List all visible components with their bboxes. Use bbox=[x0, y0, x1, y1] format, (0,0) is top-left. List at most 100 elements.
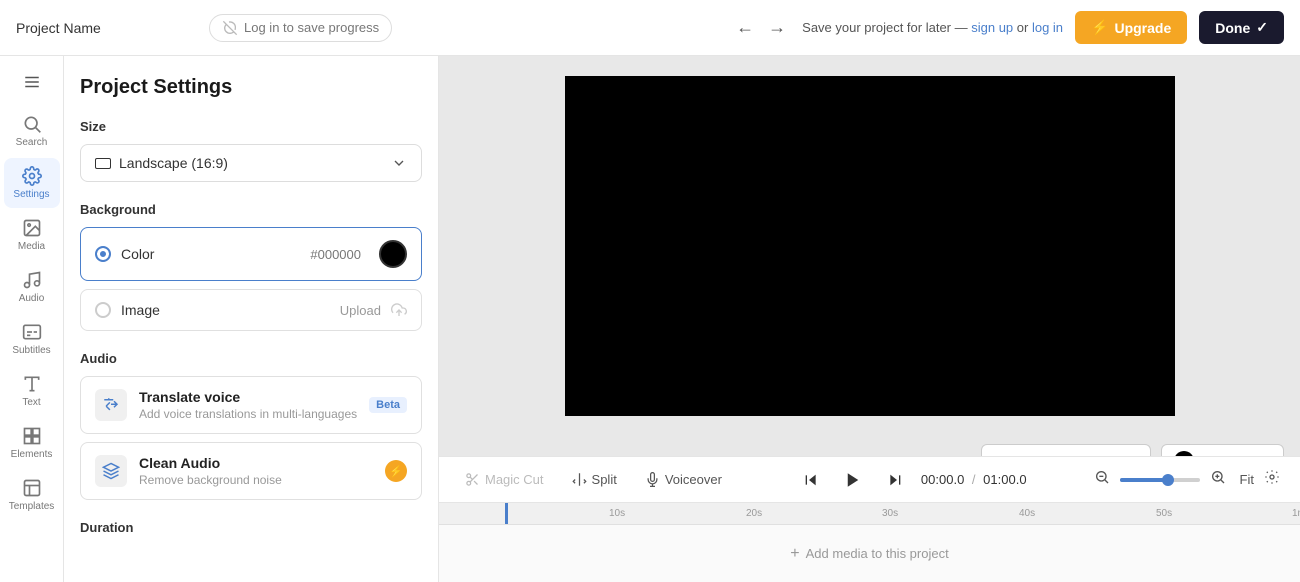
save-later-text: Save your project for later — sign up or… bbox=[802, 20, 1063, 35]
background-color-circle bbox=[1174, 451, 1194, 456]
split-icon bbox=[572, 472, 587, 487]
zoom-out-button[interactable] bbox=[1090, 467, 1114, 492]
hamburger-button[interactable] bbox=[4, 64, 60, 100]
clean-audio-title: Clean Audio bbox=[139, 455, 373, 471]
size-dropdown-value: Landscape (16:9) bbox=[95, 155, 228, 171]
marker-50s: 50s bbox=[1156, 508, 1172, 519]
done-label: Done bbox=[1215, 20, 1250, 36]
image-option[interactable]: Image Upload bbox=[80, 289, 422, 331]
background-badge[interactable]: Background bbox=[1161, 444, 1284, 456]
sidebar-elements-label: Elements bbox=[11, 449, 53, 460]
voiceover-button[interactable]: Voiceover bbox=[635, 466, 732, 493]
audio-section: Audio Translate voice Add voice translat… bbox=[80, 351, 422, 500]
settings-panel: Project Settings Size Landscape (16:9) B… bbox=[64, 56, 439, 582]
sidebar-audio-label: Audio bbox=[19, 293, 45, 304]
clean-audio-item[interactable]: Clean Audio Remove background noise ⚡ bbox=[80, 442, 422, 500]
zoom-in-icon bbox=[1210, 469, 1226, 485]
background-badge-label: Background bbox=[1202, 454, 1271, 457]
pro-badge: ⚡ bbox=[385, 460, 407, 482]
plus-icon: + bbox=[790, 545, 799, 563]
size-dropdown[interactable]: Landscape (16:9) bbox=[80, 144, 422, 182]
translate-voice-item[interactable]: Translate voice Add voice translations i… bbox=[80, 376, 422, 434]
translate-voice-icon bbox=[95, 389, 127, 421]
upload-button[interactable]: Upload bbox=[340, 303, 381, 318]
hamburger-icon bbox=[23, 73, 41, 91]
sidebar-item-settings[interactable]: Settings bbox=[4, 158, 60, 208]
color-radio[interactable] bbox=[95, 246, 111, 262]
sidebar-search-label: Search bbox=[16, 137, 48, 148]
clean-audio-icon bbox=[95, 455, 127, 487]
zoom-slider-fill bbox=[1120, 478, 1164, 482]
playhead[interactable] bbox=[505, 503, 508, 524]
rewind-button[interactable] bbox=[795, 464, 827, 496]
zoom-out-icon bbox=[1094, 469, 1110, 485]
timeline: 10s 20s 30s 40s 50s 1m + Add media to th… bbox=[439, 502, 1300, 582]
landscape-badge[interactable]: Landscape (16:9) bbox=[981, 444, 1150, 456]
marker-30s: 30s bbox=[882, 508, 898, 519]
sign-up-link[interactable]: sign up bbox=[971, 20, 1013, 35]
sidebar-item-subtitles[interactable]: Subtitles bbox=[4, 314, 60, 364]
save-progress-button[interactable]: Log in to save progress bbox=[209, 14, 392, 42]
split-button[interactable]: Split bbox=[562, 466, 627, 493]
play-button[interactable] bbox=[837, 464, 869, 496]
zoom-fit-button[interactable]: Fit bbox=[1240, 472, 1254, 487]
image-label: Image bbox=[121, 302, 330, 318]
color-swatch[interactable] bbox=[379, 240, 407, 268]
timeline-settings-button[interactable] bbox=[1260, 465, 1284, 494]
duration-section-label: Duration bbox=[80, 520, 422, 535]
timeline-add-media[interactable]: + Add media to this project bbox=[439, 525, 1300, 582]
zoom-controls: Fit bbox=[1090, 465, 1284, 494]
log-in-link[interactable]: log in bbox=[1032, 20, 1063, 35]
settings-icon bbox=[22, 166, 42, 186]
playback-controls: 00:00.0 / 01:00.0 bbox=[795, 464, 1027, 496]
sidebar-item-search[interactable]: Search bbox=[4, 106, 60, 156]
undo-button[interactable]: ← bbox=[732, 13, 758, 42]
audio-icon bbox=[22, 270, 42, 290]
done-button[interactable]: Done ✓ bbox=[1199, 11, 1284, 44]
subtitles-icon bbox=[22, 322, 42, 342]
zoom-slider-thumb[interactable] bbox=[1162, 474, 1174, 486]
image-upload-icon bbox=[391, 302, 407, 318]
upgrade-button[interactable]: ⚡ Upgrade bbox=[1075, 11, 1187, 44]
translate-voice-subtitle: Add voice translations in multi-language… bbox=[139, 407, 357, 421]
background-section: Background Color #000000 Image Upload bbox=[80, 202, 422, 331]
icon-sidebar: Search Settings Media Audio bbox=[0, 56, 64, 582]
forward-button[interactable] bbox=[879, 464, 911, 496]
preview-and-timeline: Landscape (16:9) Background bbox=[439, 56, 1300, 582]
color-option[interactable]: Color #000000 bbox=[80, 227, 422, 281]
play-icon bbox=[844, 471, 862, 489]
marker-40s: 40s bbox=[1019, 508, 1035, 519]
preview-area: Landscape (16:9) Background bbox=[439, 56, 1300, 456]
zoom-slider[interactable] bbox=[1120, 478, 1200, 482]
clean-audio-subtitle: Remove background noise bbox=[139, 473, 373, 487]
sidebar-media-label: Media bbox=[18, 241, 45, 252]
settings-title: Project Settings bbox=[80, 76, 422, 99]
sidebar-subtitles-label: Subtitles bbox=[12, 345, 50, 356]
sidebar-item-media[interactable]: Media bbox=[4, 210, 60, 260]
redo-button[interactable]: → bbox=[764, 13, 790, 42]
clean-audio-text: Clean Audio Remove background noise bbox=[139, 455, 373, 487]
text-icon bbox=[22, 374, 42, 394]
sidebar-settings-label: Settings bbox=[13, 189, 49, 200]
split-label: Split bbox=[592, 472, 617, 487]
landscape-badge-label: Landscape (16:9) bbox=[1016, 454, 1117, 457]
sidebar-item-elements[interactable]: Elements bbox=[4, 418, 60, 468]
audio-section-label: Audio bbox=[80, 351, 422, 366]
image-radio[interactable] bbox=[95, 302, 111, 318]
bottom-toolbar: Magic Cut Split Voiceover bbox=[439, 456, 1300, 502]
time-separator: / bbox=[972, 472, 976, 487]
translate-voice-title: Translate voice bbox=[139, 389, 357, 405]
sidebar-item-text[interactable]: Text bbox=[4, 366, 60, 416]
marker-1m: 1m bbox=[1292, 508, 1300, 519]
checkmark-icon: ✓ bbox=[1256, 19, 1268, 36]
color-label: Color bbox=[121, 246, 300, 262]
landscape-badge-icon bbox=[994, 456, 1010, 457]
search-icon bbox=[22, 114, 42, 134]
sidebar-item-templates[interactable]: Templates bbox=[4, 470, 60, 520]
magic-cut-button[interactable]: Magic Cut bbox=[455, 466, 554, 493]
size-section-label: Size bbox=[80, 119, 422, 134]
zoom-in-button[interactable] bbox=[1206, 467, 1230, 492]
sidebar-text-label: Text bbox=[22, 397, 40, 408]
sidebar-item-audio[interactable]: Audio bbox=[4, 262, 60, 312]
project-name-input[interactable] bbox=[16, 20, 197, 36]
